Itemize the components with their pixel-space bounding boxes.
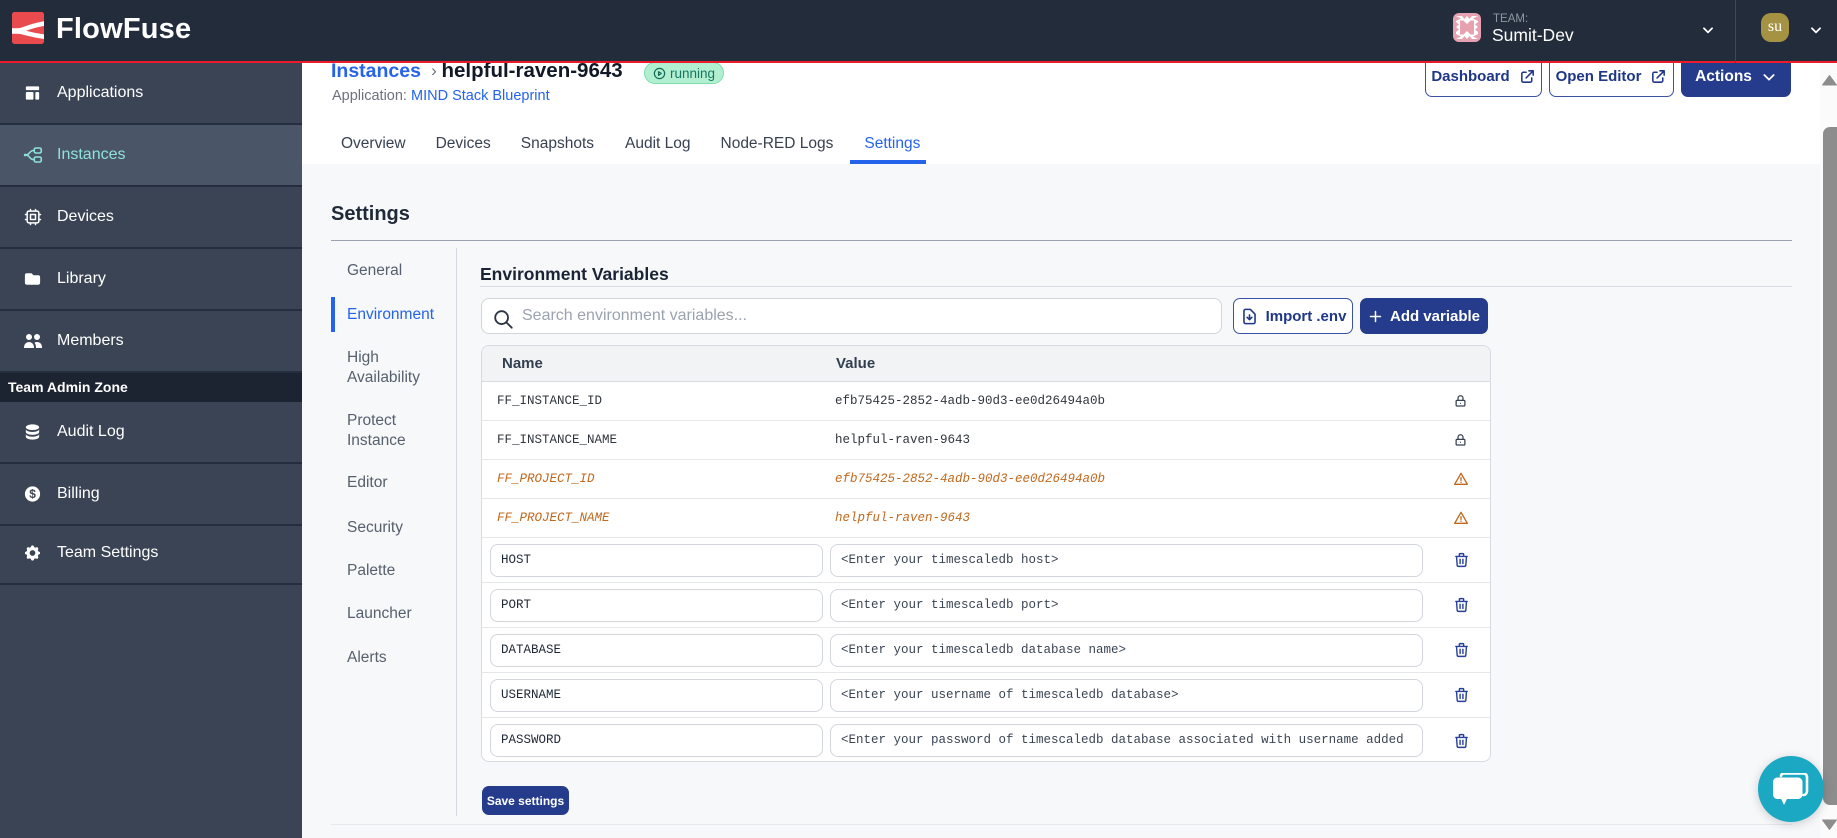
svg-text:$: $ bbox=[29, 487, 36, 501]
